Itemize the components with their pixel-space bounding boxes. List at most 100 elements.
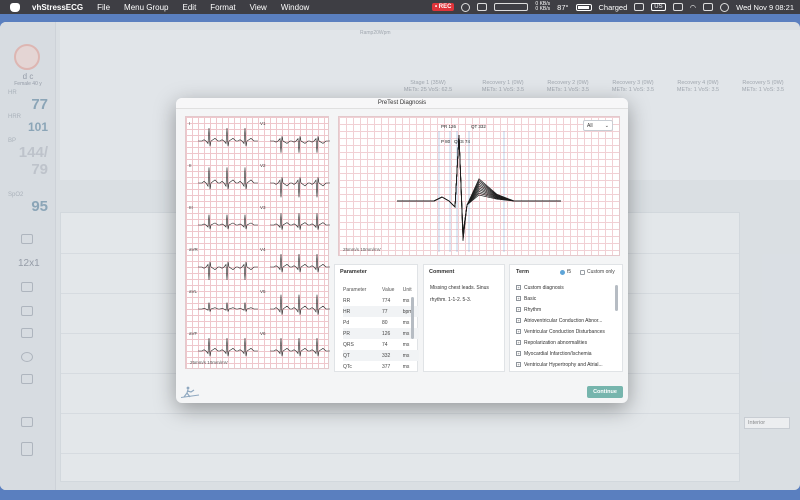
siri-icon[interactable]: [720, 2, 730, 12]
lead-filter-select[interactable]: All ⌄: [583, 120, 613, 131]
qrs-marker: QRS 74: [454, 139, 471, 144]
continue-button[interactable]: Continue: [587, 386, 623, 398]
term-item-repolarization[interactable]: + Repolarization abnormalities: [516, 337, 616, 348]
lead-trace: [270, 177, 330, 198]
menu-file[interactable]: File: [97, 3, 110, 12]
average-beat-cycle: [397, 134, 561, 233]
term-item-custom-diagnosis[interactable]: + Custom diagnosis: [516, 282, 616, 293]
term-item-rhythm[interactable]: + Rhythm: [516, 304, 616, 315]
menu-bar: vhStressECG File Menu Group Edit Format …: [0, 0, 800, 14]
table-row: QTc 377 ms: [343, 363, 410, 370]
leads-scale: 25mm/s 10mm/mV: [190, 360, 228, 365]
average-beat-panel: PR 126 QT 332 P 80 QRS 74 All ⌄ 25mm/s 1…: [338, 116, 620, 256]
lead-trace: [198, 214, 258, 230]
twelve-lead-traces: [198, 127, 330, 357]
menu-menu-group[interactable]: Menu Group: [124, 3, 168, 12]
rec-badge[interactable]: • REC: [431, 3, 455, 11]
datetime[interactable]: Wed Nov 9 08:21: [736, 3, 794, 12]
apple-icon[interactable]: [10, 2, 20, 12]
expand-icon[interactable]: +: [516, 296, 521, 301]
lead-trace: [270, 294, 330, 315]
pretest-diagnosis-dialog: PreTest Diagnosis I II III aVR aVL aVF V…: [176, 98, 628, 403]
col-parameter: Parameter: [343, 287, 367, 293]
battery-icon[interactable]: [575, 3, 592, 11]
expand-icon[interactable]: +: [516, 307, 521, 312]
expand-icon[interactable]: +: [516, 329, 521, 334]
table-row: RR 774 ms: [343, 297, 410, 304]
table-row: PR 126 ms: [343, 328, 419, 339]
f5-checkbox[interactable]: f5: [560, 269, 571, 275]
expand-icon[interactable]: +: [516, 285, 521, 290]
col-unit: Unit: [402, 287, 412, 293]
term-section: Term f5 Custom only + Custom diagnosis + B…: [509, 264, 623, 372]
col-value: Value: [381, 287, 395, 293]
comment-section: Comment Missing chest leads. Sinus rhyth…: [423, 264, 505, 372]
table-row: Pd 80 ms: [343, 319, 410, 326]
comment-text[interactable]: Missing chest leads. Sinus rhythm. 1-1-2…: [430, 282, 498, 306]
temperature: 87°: [557, 2, 569, 12]
network-speed: 0 KB/s 0 KB/s: [535, 1, 551, 12]
parameter-title: Parameter: [340, 269, 367, 275]
lead-label-i: I: [189, 121, 191, 126]
lead-label-avl: aVL: [189, 289, 198, 294]
term-item-basic[interactable]: + Basic: [516, 293, 616, 304]
expand-icon[interactable]: +: [516, 351, 521, 356]
menu-app-name[interactable]: vhStressECG: [32, 3, 83, 12]
checkbox-on-icon: [560, 269, 565, 275]
term-item-myocardial-infarction[interactable]: + Myocardial Infarction/Ischemia: [516, 348, 616, 359]
lead-label-avf: aVF: [189, 331, 198, 336]
lead-trace: [198, 337, 258, 357]
lead-label-ii: II: [189, 163, 192, 168]
lead-trace: [198, 167, 258, 190]
display-icon[interactable]: [634, 3, 645, 11]
menu-format[interactable]: Format: [210, 3, 235, 12]
term-scrollbar[interactable]: [615, 285, 618, 311]
lead-trace: [198, 302, 258, 312]
average-beat-cycle: [397, 134, 561, 236]
checkbox-off-icon: [580, 269, 585, 275]
parameter-section: Parameter Parameter Value Unit RR 774 ms H…: [334, 264, 419, 372]
lead-label-v1: V1: [260, 121, 266, 126]
parameter-table: Parameter Value Unit RR 774 ms HR 77 bpm Pd 8…: [343, 285, 419, 372]
status-app-icon[interactable]: [477, 3, 488, 11]
average-beat-cycle: [397, 134, 561, 240]
wifi-icon[interactable]: ◠: [690, 3, 697, 12]
table-row: HR 77 bpm: [343, 306, 419, 317]
comment-title: Comment: [429, 269, 455, 275]
custom-only-checkbox[interactable]: Custom only: [580, 269, 615, 275]
lead-label-v2: V2: [260, 163, 266, 168]
pr-marker: PR 126: [441, 124, 457, 129]
twelve-lead-panel: I II III aVR aVL aVF V1 V2 V3 V4 V5 V6 2…: [185, 116, 330, 369]
table-row: QRS 74 ms: [343, 341, 410, 348]
lead-label-v5: V5: [260, 289, 266, 294]
lead-label-avr: aVR: [189, 247, 198, 252]
lead-trace: [198, 261, 258, 281]
dialog-title: PreTest Diagnosis: [176, 98, 628, 109]
menu-edit[interactable]: Edit: [183, 3, 197, 12]
lead-trace: [198, 127, 258, 147]
lead-label-v3: V3: [260, 205, 266, 210]
menu-view[interactable]: View: [250, 3, 267, 12]
treadmill-walker-icon: [180, 386, 200, 398]
wechat-icon[interactable]: [461, 2, 471, 12]
term-title: Term: [516, 269, 530, 275]
airplay-icon[interactable]: [672, 3, 683, 11]
lead-label-iii: III: [189, 205, 193, 210]
menu-window[interactable]: Window: [281, 3, 309, 12]
cpu-meter-icon[interactable]: [494, 3, 529, 11]
input-source[interactable]: US: [651, 3, 666, 11]
expand-icon[interactable]: +: [516, 340, 521, 345]
term-item-av-conduction[interactable]: + Atrioventricular Conduction Abnor...: [516, 315, 616, 326]
expand-icon[interactable]: +: [516, 362, 521, 367]
average-beat-cycle: [397, 134, 561, 237]
lead-label-v6: V6: [260, 331, 266, 336]
term-list: + Custom diagnosis + Basic + Rhythm + Atriov…: [516, 282, 616, 370]
parameter-scrollbar[interactable]: [411, 297, 414, 339]
chevron-down-icon: ⌄: [604, 123, 609, 129]
term-item-ventricular-hypertrophy[interactable]: + Ventricular Hypertrophy and Atrial...: [516, 359, 616, 370]
expand-icon[interactable]: +: [516, 318, 521, 323]
battery-status[interactable]: Charged: [599, 3, 628, 12]
average-beat-trace: [397, 131, 561, 252]
control-center-icon[interactable]: [703, 3, 714, 11]
term-item-ventricular-conduction[interactable]: + Ventricular Conduction Disturbances: [516, 326, 616, 337]
